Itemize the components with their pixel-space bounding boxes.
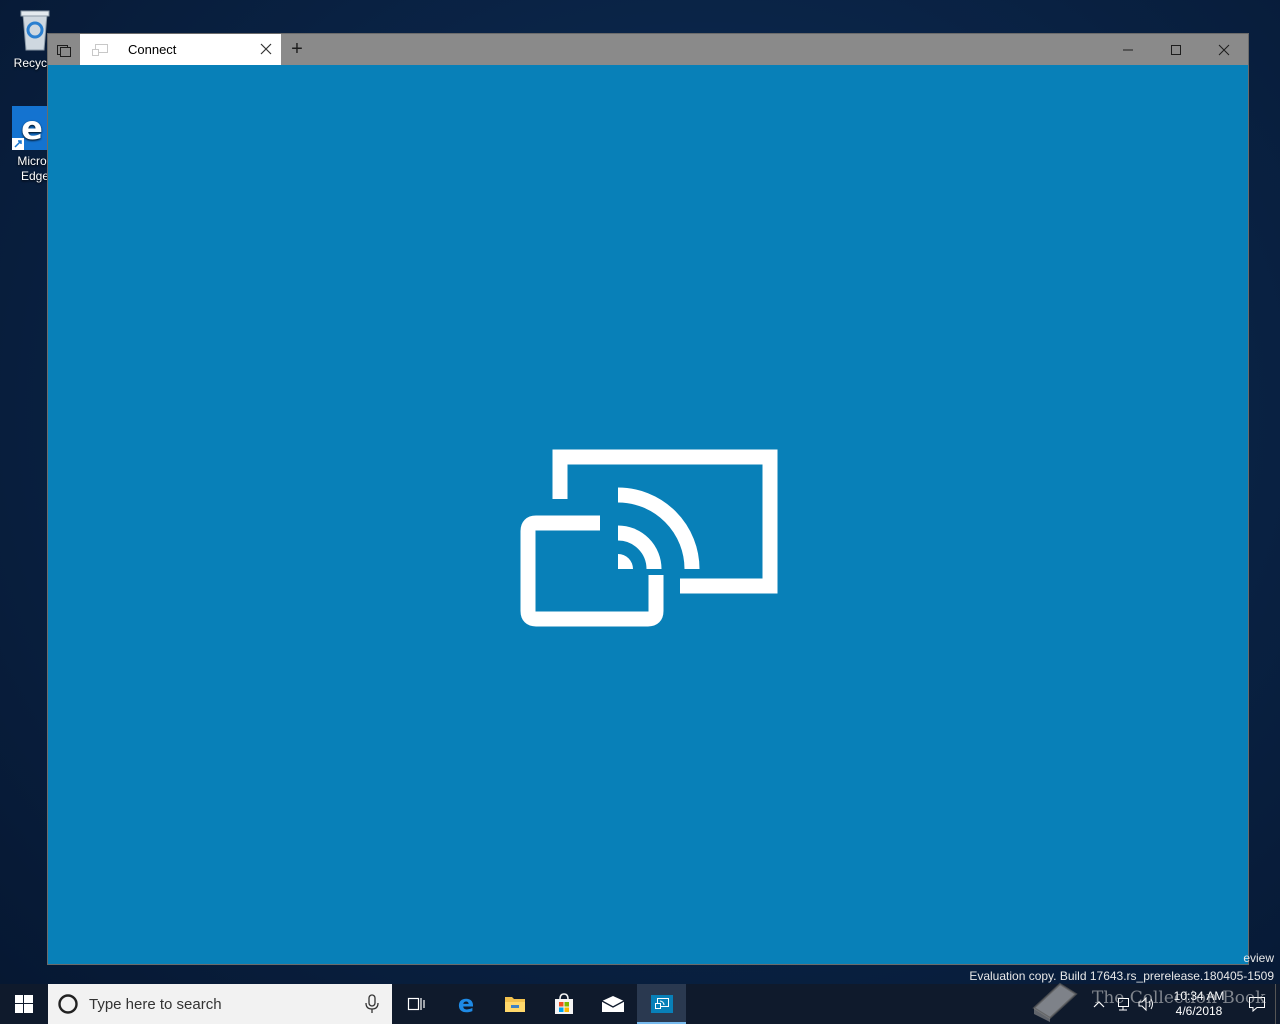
plus-icon: + bbox=[291, 38, 303, 60]
maximize-button[interactable] bbox=[1152, 34, 1200, 65]
connect-content-area bbox=[48, 65, 1248, 964]
watermark-line-1: eview bbox=[1243, 951, 1274, 965]
taskbar-mail-button[interactable] bbox=[588, 984, 637, 1024]
task-view-icon bbox=[407, 997, 425, 1011]
tab-title: Connect bbox=[128, 42, 177, 57]
title-bar[interactable]: Connect + bbox=[48, 34, 1248, 65]
search-box[interactable]: Type here to search bbox=[48, 984, 392, 1024]
taskbar-connect-button[interactable] bbox=[637, 984, 686, 1024]
store-icon bbox=[554, 993, 573, 1014]
title-bar-drag-area[interactable] bbox=[313, 34, 1104, 65]
taskbar-edge-button[interactable]: e bbox=[441, 984, 490, 1024]
cast-icon bbox=[92, 43, 108, 56]
taskbar-store-button[interactable] bbox=[539, 984, 588, 1024]
edge-icon: e bbox=[12, 106, 52, 150]
tab-connect[interactable]: Connect bbox=[80, 34, 281, 65]
maximize-icon bbox=[1171, 44, 1181, 55]
microphone-icon[interactable] bbox=[364, 994, 380, 1014]
close-button[interactable] bbox=[1200, 34, 1248, 65]
tab-overview-button[interactable] bbox=[48, 34, 80, 65]
task-view-button[interactable] bbox=[392, 984, 441, 1024]
windows-logo-icon bbox=[15, 995, 33, 1013]
minimize-button[interactable] bbox=[1104, 34, 1152, 65]
watermark-line-2: Evaluation copy. Build 17643.rs_prerelea… bbox=[969, 969, 1274, 983]
search-placeholder: Type here to search bbox=[89, 995, 222, 1013]
close-icon[interactable] bbox=[259, 42, 273, 56]
svg-text:e: e bbox=[21, 109, 43, 147]
mail-icon bbox=[601, 996, 624, 1012]
cortana-icon bbox=[58, 994, 78, 1014]
folder-icon bbox=[504, 997, 525, 1012]
tab-overview-icon bbox=[57, 44, 71, 57]
svg-text:e: e bbox=[457, 993, 473, 1015]
close-window-icon bbox=[1218, 44, 1230, 55]
cast-icon bbox=[650, 995, 673, 1013]
new-tab-button[interactable]: + bbox=[281, 34, 313, 65]
taskbar: Type here to search e 10:34 AM 4/6/2018 bbox=[0, 984, 1280, 1024]
brand-watermark-text: The Collection Book bbox=[1092, 988, 1266, 1008]
edge-icon: e bbox=[457, 993, 473, 1015]
start-button[interactable] bbox=[0, 984, 48, 1024]
taskbar-file-explorer-button[interactable] bbox=[490, 984, 539, 1024]
show-desktop-button[interactable] bbox=[1275, 984, 1280, 1024]
cast-to-device-icon bbox=[520, 449, 778, 627]
minimize-icon bbox=[1123, 49, 1133, 50]
book-logo-icon bbox=[1032, 982, 1078, 1022]
connect-app-window: Connect + bbox=[47, 33, 1249, 965]
